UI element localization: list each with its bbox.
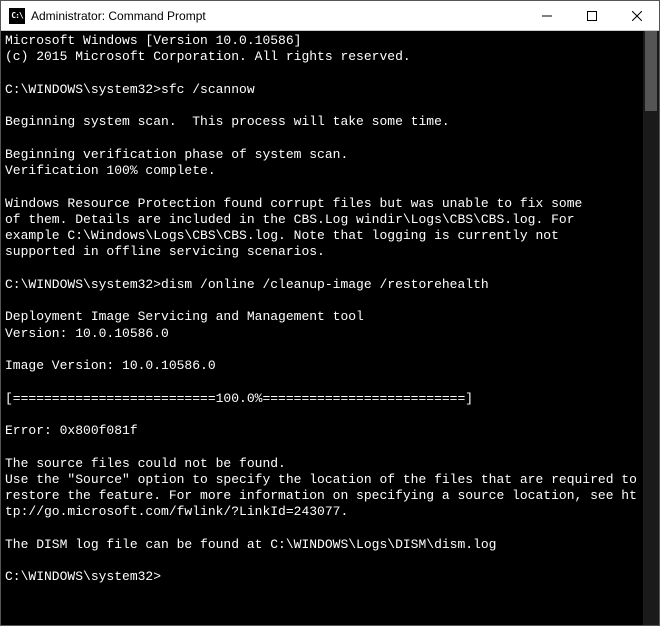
minimize-button[interactable]	[524, 1, 569, 30]
window-controls	[524, 1, 659, 30]
maximize-button[interactable]	[569, 1, 614, 30]
cmd-icon: C:\	[9, 8, 25, 24]
command-prompt-window: C:\ Administrator: Command Prompt Micros…	[0, 0, 660, 626]
scrollbar[interactable]	[643, 31, 659, 625]
close-button[interactable]	[614, 1, 659, 30]
scrollbar-thumb[interactable]	[645, 31, 657, 111]
window-title: Administrator: Command Prompt	[31, 9, 524, 23]
terminal-area: Microsoft Windows [Version 10.0.10586] (…	[1, 31, 659, 625]
titlebar[interactable]: C:\ Administrator: Command Prompt	[1, 1, 659, 31]
terminal-output[interactable]: Microsoft Windows [Version 10.0.10586] (…	[1, 31, 643, 625]
